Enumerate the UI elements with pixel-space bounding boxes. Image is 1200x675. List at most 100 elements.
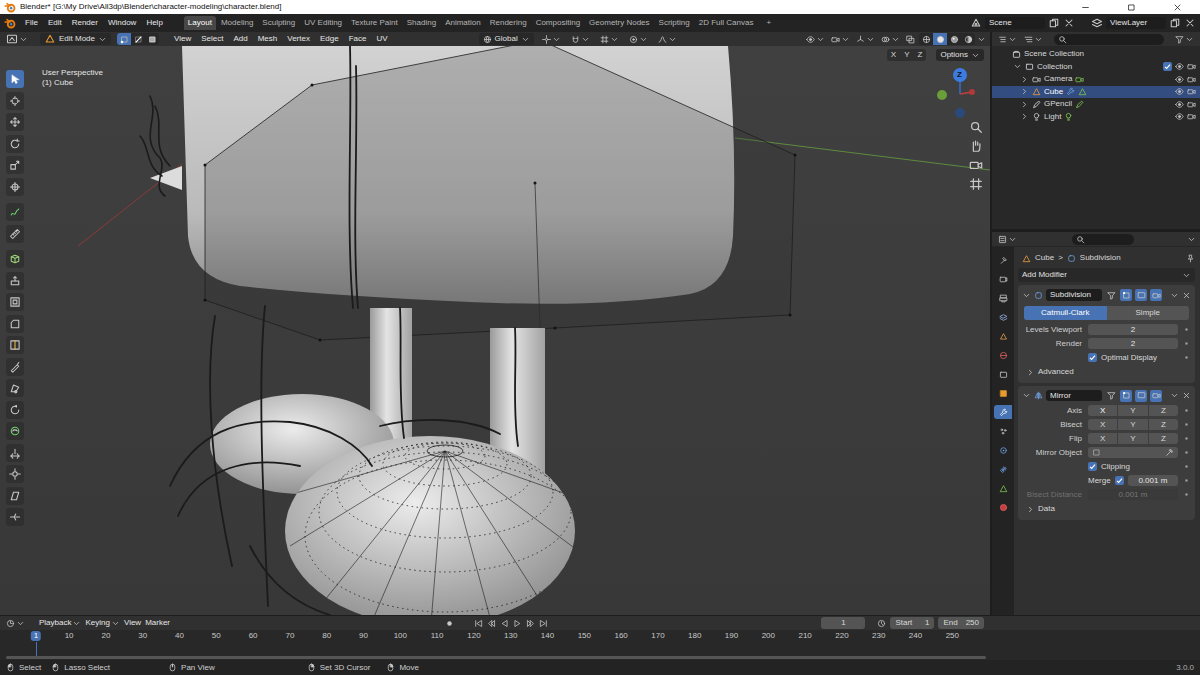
ortho-grid-icon[interactable] <box>969 177 983 191</box>
outliner-row[interactable]: Scene Collection <box>992 48 1200 61</box>
modifier-toggle[interactable] <box>1150 289 1162 301</box>
workspace-tab[interactable]: UV Editing <box>300 16 346 30</box>
menu-item[interactable]: Select <box>196 33 228 45</box>
menu-item[interactable]: UV <box>371 33 392 45</box>
tool-button[interactable] <box>6 178 24 196</box>
minimize-button[interactable] <box>1062 0 1108 14</box>
editor-type-button[interactable] <box>996 235 1019 244</box>
pin-icon[interactable] <box>1186 254 1195 263</box>
axis-button[interactable]: Y <box>1118 433 1147 445</box>
tool-button[interactable] <box>6 487 24 505</box>
expand-arrow-icon[interactable] <box>1020 75 1029 84</box>
editor-type-button[interactable] <box>996 35 1019 44</box>
select-mode-button[interactable] <box>117 33 131 45</box>
header-button[interactable] <box>656 35 679 44</box>
keyframe-dot-icon[interactable] <box>1182 339 1191 348</box>
visibility-eye-icon[interactable] <box>1175 75 1184 84</box>
modifier-toggle[interactable] <box>1150 390 1162 402</box>
tool-button[interactable] <box>6 465 24 483</box>
menu-item[interactable]: File <box>20 17 43 29</box>
play-reverse-icon[interactable] <box>500 619 509 628</box>
zoom-icon[interactable] <box>969 120 983 134</box>
visibility-eye-icon[interactable] <box>1175 62 1184 71</box>
properties-tab[interactable] <box>994 424 1012 438</box>
axis-button[interactable]: Y <box>1118 405 1147 417</box>
outliner-search-field[interactable] <box>1054 34 1164 45</box>
mirror-axis-button[interactable]: X <box>887 49 900 61</box>
start-frame-field[interactable]: Start1 <box>890 617 934 629</box>
orientation-dropdown[interactable]: Global <box>479 33 534 45</box>
tool-button[interactable] <box>6 422 24 440</box>
properties-tab[interactable] <box>994 348 1012 362</box>
menu-item[interactable]: Marker <box>143 618 172 628</box>
tool-button[interactable] <box>6 156 24 174</box>
modifier-name-field[interactable]: Mirror <box>1046 390 1102 402</box>
outliner-row[interactable]: Camera <box>992 73 1200 86</box>
frame-ruler[interactable]: 1102030405060708090100110120130140150160… <box>0 630 1200 660</box>
shading-button[interactable] <box>961 33 975 45</box>
render-camera-icon[interactable] <box>1187 100 1196 109</box>
properties-tab[interactable] <box>994 291 1012 305</box>
menu-item[interactable]: Render <box>67 17 103 29</box>
tool-button[interactable] <box>6 293 24 311</box>
eyedropper-icon[interactable] <box>1165 448 1174 457</box>
dropdown-icon[interactable] <box>1170 291 1179 300</box>
data-section[interactable]: Data <box>1022 503 1191 516</box>
keyframe-dot-icon[interactable] <box>1182 462 1191 471</box>
expand-arrow-icon[interactable] <box>1020 87 1029 96</box>
navigation-gizmo[interactable]: Z <box>932 64 988 124</box>
mode-dropdown[interactable]: Edit Mode <box>40 33 111 45</box>
menu-item[interactable]: Face <box>344 33 372 45</box>
keyframe-dot-icon[interactable] <box>1182 476 1191 485</box>
view-layer-name-field[interactable]: ViewLayer <box>1106 17 1166 29</box>
copy-icon[interactable] <box>1048 17 1060 29</box>
modifier-toggle[interactable] <box>1105 390 1117 402</box>
keyframe-dot-icon[interactable] <box>1182 448 1191 457</box>
properties-search-field[interactable] <box>1072 234 1134 245</box>
visibility-eye-icon[interactable] <box>1175 112 1184 121</box>
workspace-tab[interactable]: Animation <box>441 16 485 30</box>
render-camera-icon[interactable] <box>1187 62 1196 71</box>
axis-button[interactable]: Z <box>1149 405 1178 417</box>
expand-arrow-icon[interactable] <box>1013 62 1022 71</box>
properties-tab[interactable] <box>994 443 1012 457</box>
expand-arrow-icon[interactable] <box>1020 112 1029 121</box>
workspace-tab[interactable]: Geometry Nodes <box>585 16 653 30</box>
mirror-axis-button[interactable]: Y <box>900 49 913 61</box>
mirror-object-field[interactable] <box>1088 447 1178 458</box>
modifier-toggle[interactable] <box>1120 289 1132 301</box>
display-mode-button[interactable] <box>1022 35 1045 44</box>
xray-button[interactable] <box>904 35 917 44</box>
merge-checkbox[interactable] <box>1115 476 1124 485</box>
tool-button[interactable] <box>6 203 24 221</box>
remove-modifier-icon[interactable] <box>1182 291 1191 300</box>
workspace-tab[interactable]: Scripting <box>655 16 694 30</box>
keyframe-dot-icon[interactable] <box>1182 353 1191 362</box>
outliner-row[interactable]: Cube <box>992 86 1200 99</box>
axis-button[interactable]: X <box>1088 419 1117 431</box>
expand-arrow-icon[interactable] <box>1020 100 1029 109</box>
keyframe-dot-icon[interactable] <box>1182 406 1191 415</box>
workspace-tab[interactable]: Texture Paint <box>347 16 402 30</box>
header-button[interactable] <box>540 35 563 44</box>
outliner-row[interactable]: Collection <box>992 61 1200 74</box>
select-mode-button[interactable] <box>145 33 159 45</box>
properties-tab[interactable] <box>994 462 1012 476</box>
menu-item[interactable]: Vertex <box>282 33 315 45</box>
previous-keyframe-icon[interactable] <box>487 619 496 628</box>
blender-menu-icon[interactable] <box>4 17 16 29</box>
scene-drawing[interactable] <box>0 46 990 615</box>
tool-button[interactable] <box>6 225 24 243</box>
camera-view-icon[interactable] <box>969 158 983 172</box>
menu-item[interactable]: Playback <box>37 618 83 628</box>
axis-button[interactable]: Z <box>1149 433 1178 445</box>
merge-distance-field[interactable]: 0.001 m <box>1128 475 1178 487</box>
properties-tab[interactable] <box>994 272 1012 286</box>
workspace-tab[interactable]: Sculpting <box>258 16 299 30</box>
filter-button[interactable] <box>1173 35 1196 44</box>
select-mode-button[interactable] <box>131 33 145 45</box>
add-workspace-button[interactable]: + <box>762 16 775 30</box>
optimal-display-checkbox[interactable] <box>1088 353 1097 362</box>
workspace-tab[interactable]: Compositing <box>532 16 584 30</box>
mirror-axis-button[interactable]: Z <box>914 49 927 61</box>
